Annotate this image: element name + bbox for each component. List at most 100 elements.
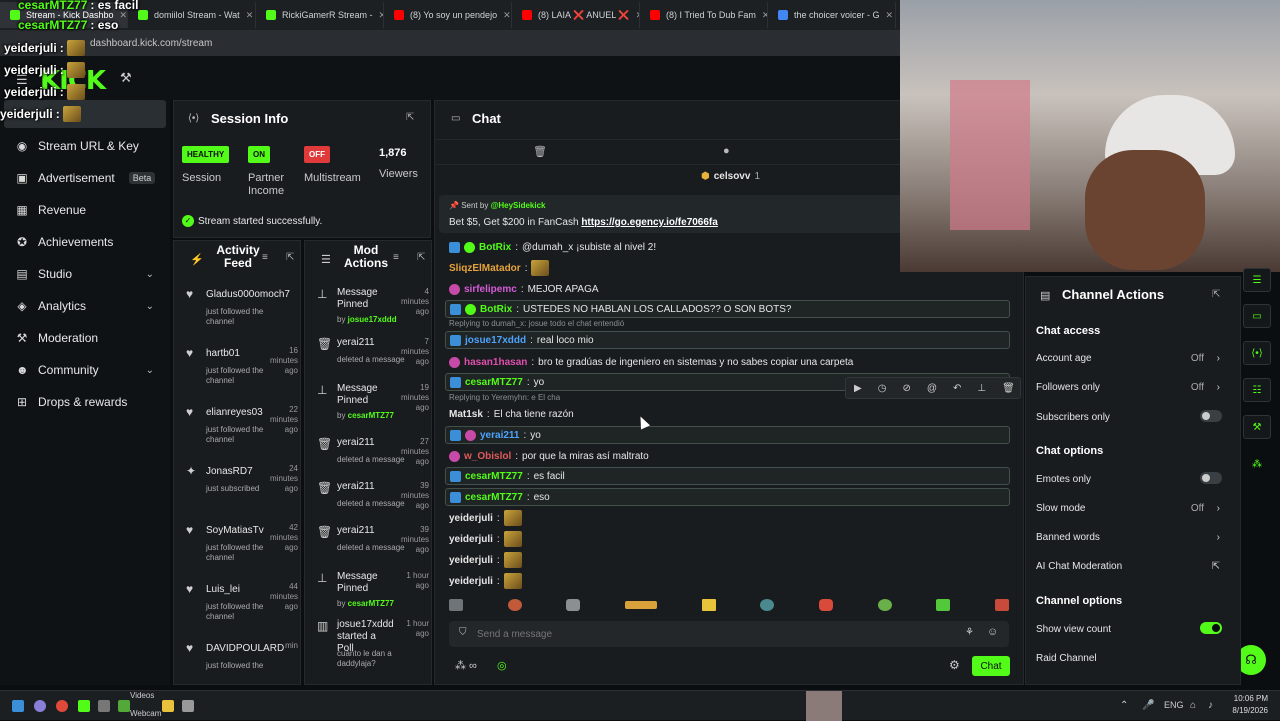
activity-username[interactable]: SoyMatiasTv (206, 525, 264, 536)
emote-menu-icon[interactable]: ● (723, 145, 730, 157)
chat-username[interactable]: yeiderjuli (449, 576, 493, 587)
emote-icon[interactable] (818, 599, 833, 611)
account-age-row[interactable]: Account age Off › (1036, 353, 1222, 364)
rail-list-icon[interactable]: ☰ (1243, 268, 1271, 292)
close-icon[interactable]: ✕ (886, 10, 894, 21)
chat-username[interactable]: josue17xddd (465, 335, 526, 346)
followers-only-row[interactable]: Followers only Off › (1036, 382, 1222, 393)
start-icon[interactable] (12, 700, 24, 712)
ban-icon[interactable]: ⊘ (902, 383, 910, 394)
chat-username[interactable]: sirfelipemc (464, 284, 517, 295)
smiley-icon[interactable]: ☺ (987, 626, 998, 638)
sidebar-item[interactable]: ▦ Revenue (0, 195, 170, 225)
chat-username[interactable]: SliqzElMatador (449, 263, 521, 274)
chat-message[interactable]: Mat1sk: El cha tiene razón (445, 405, 1010, 423)
network-icon[interactable]: ⌂ (1190, 700, 1196, 711)
chat-message[interactable]: josue17xddd: real loco mio (445, 331, 1010, 349)
show-view-count-toggle[interactable] (1200, 622, 1222, 634)
refresh-icon[interactable]: ◎ (497, 659, 507, 672)
timeout-icon[interactable]: ◷ (878, 383, 887, 394)
chat-username[interactable]: w_Obislol (464, 451, 511, 462)
popout-icon[interactable]: ⇱ (406, 112, 414, 123)
chat-username[interactable]: yeiderjuli (449, 555, 493, 566)
emote-picker-icon[interactable]: ⚘ (965, 627, 974, 638)
folder-icon[interactable] (162, 700, 174, 712)
banned-words-row[interactable]: Banned words › (1036, 532, 1222, 543)
chat-message[interactable]: BotRix: USTEDES NO HABLAN LOS CALLADOS?? … (445, 300, 1010, 318)
rail-tools-icon[interactable]: ⚒ (1243, 415, 1271, 439)
chat-username[interactable]: yeiderjuli (449, 513, 493, 524)
activity-username[interactable]: Gladus000omoch7 (206, 289, 290, 300)
browser-tab[interactable]: (8) Yo soy un pendejo ✕ (384, 2, 512, 28)
rail-session-icon[interactable]: ⟨•⟩ (1243, 341, 1271, 365)
chrome-icon[interactable] (56, 700, 68, 712)
reply-icon[interactable]: ↶ (953, 383, 961, 394)
tools-icon[interactable]: ⚒ (120, 70, 132, 86)
rail-chat-icon[interactable]: ▭ (1243, 304, 1271, 328)
close-icon[interactable]: ✕ (246, 10, 254, 21)
delete-icon[interactable]: 🗑 (1002, 383, 1015, 394)
sidebar-item[interactable]: ✪ Achievements (0, 227, 170, 257)
chat-username[interactable]: yerai211 (480, 430, 520, 441)
sidebar-item[interactable]: ⚒ Moderation (0, 323, 170, 353)
app-icon[interactable] (182, 700, 194, 712)
activity-username[interactable]: JonasRD7 (206, 466, 253, 477)
chevron-down-icon[interactable]: ⌄ (146, 301, 154, 312)
tray-chevron-icon[interactable]: ⌃ (1120, 700, 1128, 711)
browser-tab[interactable]: domiilol Stream - Wat ✕ (128, 2, 256, 28)
popout-icon[interactable]: ⇱ (1212, 289, 1220, 300)
chat-message[interactable]: yeiderjuli: (445, 572, 1010, 590)
sidebar-item[interactable]: ⊞ Drops & rewards (0, 387, 170, 417)
app-icon[interactable] (34, 700, 46, 712)
emote-icon[interactable] (760, 599, 775, 611)
sidebar-item[interactable]: ◈ Analytics ⌄ (0, 291, 170, 321)
chat-message[interactable]: yeiderjuli: (445, 509, 1010, 527)
chat-username[interactable]: Mat1sk (449, 409, 483, 420)
clock-date[interactable]: 8/19/2026 (1226, 706, 1268, 715)
popout-icon[interactable]: ⇱ (417, 252, 425, 263)
chevron-down-icon[interactable]: ⌄ (146, 269, 154, 280)
popout-icon[interactable]: ⇱ (286, 252, 294, 263)
ai-moderation-row[interactable]: AI Chat Moderation ⇱ (1036, 561, 1222, 572)
emote-icon[interactable] (877, 599, 892, 611)
browser-tab[interactable]: the choicer voicer - G ✕ (768, 2, 896, 28)
language-indicator[interactable]: ENG (1164, 700, 1184, 710)
chat-username[interactable]: hasan1hasan (464, 357, 527, 368)
points-icon[interactable]: ⁂ ∞ (455, 659, 477, 672)
mod-action-user[interactable]: cesarMTZ77 (348, 599, 394, 608)
chat-message[interactable]: cesarMTZ77: es facil (445, 467, 1010, 485)
chat-message[interactable]: w_Obislol: por que la miras así maltrato (445, 447, 1010, 465)
send-chat-button[interactable]: Chat (972, 656, 1010, 676)
raid-channel-row[interactable]: Raid Channel (1036, 653, 1222, 664)
chat-username[interactable]: cesarMTZ77 (465, 492, 523, 503)
app-icon[interactable] (118, 700, 130, 712)
filter-icon[interactable]: ≡ (262, 252, 268, 263)
browser-tab[interactable]: (8) LAIA ❌ ANUEL ❌✕ (512, 2, 640, 28)
browser-tab[interactable]: RickiGamerR Stream -✕ (256, 2, 384, 28)
filter-icon[interactable]: ≡ (393, 252, 399, 263)
chat-message[interactable]: yerai211: yo (445, 426, 1010, 444)
pinned-link[interactable]: https://go.egency.io/fe7066fa (581, 217, 718, 228)
emote-icon[interactable] (994, 599, 1009, 611)
clock-time[interactable]: 10:06 PM (1230, 694, 1268, 703)
chat-message[interactable]: sirfelipemc: MEJOR APAGA (445, 280, 1010, 298)
activity-username[interactable]: Luis_lei (206, 584, 240, 595)
activity-username[interactable]: hartb01 (206, 348, 240, 359)
chat-message[interactable]: yeiderjuli: (445, 551, 1010, 569)
emote-icon[interactable] (936, 599, 951, 611)
pin-icon[interactable]: ⊥ (977, 383, 986, 394)
settings-icon[interactable]: ⚙ (949, 658, 960, 672)
rail-more-icon[interactable]: ⁂ (1243, 452, 1271, 476)
subscribers-only-toggle[interactable] (1200, 410, 1222, 422)
sidebar-item[interactable]: ☻ Community ⌄ (0, 355, 170, 385)
mic-icon[interactable]: 🎤 (1142, 700, 1154, 711)
emote-icon[interactable] (701, 599, 716, 611)
volume-icon[interactable]: ♪ (1208, 700, 1213, 711)
chat-username[interactable]: BotRix (479, 242, 511, 253)
chat-message[interactable]: hasan1hasan: bro te gradúas de ingeniero … (445, 353, 1010, 371)
emote-icon[interactable] (449, 599, 463, 611)
emote-icon[interactable] (507, 599, 522, 611)
sidebar-item[interactable]: ▣ Advertisement Beta (0, 163, 170, 193)
sidebar-item[interactable]: ◉ Stream URL & Key (0, 131, 170, 161)
mod-action-user[interactable]: cesarMTZ77 (348, 411, 394, 420)
